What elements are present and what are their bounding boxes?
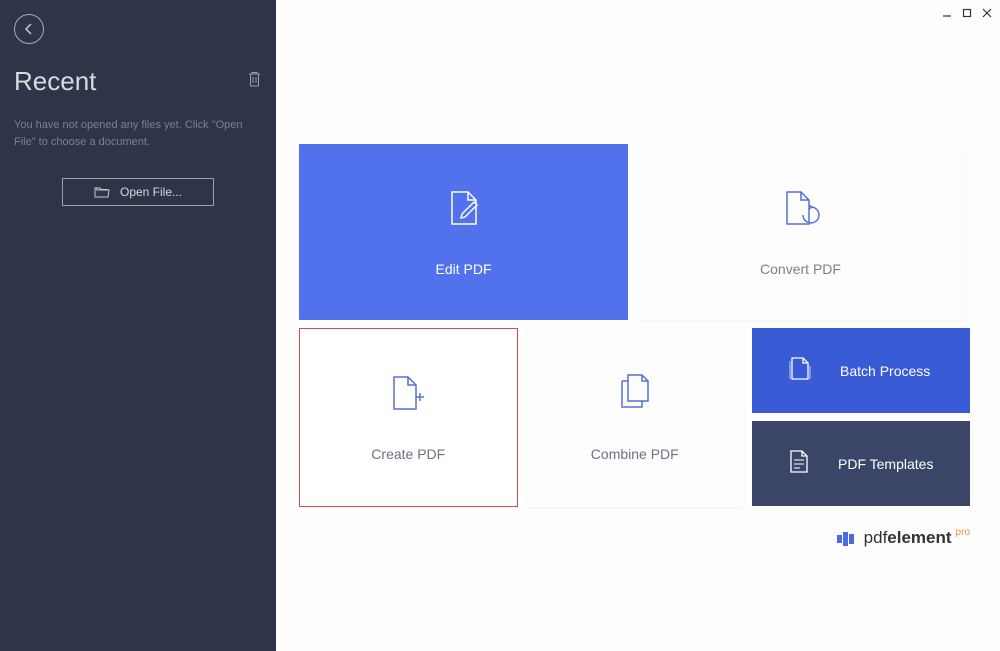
sidebar: Recent You have not opened any files yet… — [0, 0, 276, 651]
edit-pdf-label: Edit PDF — [435, 261, 491, 277]
minimize-button[interactable] — [940, 6, 954, 20]
create-pdf-label: Create PDF — [371, 446, 445, 462]
convert-pdf-card[interactable]: Convert PDF — [636, 144, 965, 320]
recent-title: Recent — [14, 66, 96, 97]
convert-pdf-icon — [781, 188, 821, 231]
batch-process-label: Batch Process — [840, 363, 930, 379]
close-icon — [982, 8, 992, 18]
batch-process-icon — [788, 355, 812, 386]
create-pdf-icon — [388, 373, 428, 416]
folder-icon — [94, 186, 110, 198]
convert-pdf-label: Convert PDF — [760, 261, 841, 277]
close-button[interactable] — [980, 6, 994, 20]
brand-suffix: pro — [956, 527, 970, 538]
main-content: Edit PDF Convert PDF — [276, 0, 1000, 651]
window-controls — [940, 6, 994, 20]
brand-name: pdfelement — [864, 528, 952, 548]
combine-pdf-label: Combine PDF — [591, 446, 679, 462]
pdf-templates-card[interactable]: PDF Templates — [752, 421, 970, 506]
maximize-button[interactable] — [960, 6, 974, 20]
combine-pdf-card[interactable]: Combine PDF — [526, 328, 744, 507]
open-file-button[interactable]: Open File... — [62, 178, 214, 206]
edit-pdf-card[interactable]: Edit PDF — [299, 144, 628, 320]
pdf-templates-icon — [788, 448, 810, 479]
chevron-left-icon — [24, 22, 34, 36]
brand-logo-icon — [837, 532, 854, 546]
trash-icon[interactable] — [247, 71, 262, 92]
create-pdf-card[interactable]: Create PDF — [299, 328, 518, 507]
minimize-icon — [942, 8, 952, 18]
pdf-templates-label: PDF Templates — [838, 456, 933, 472]
edit-pdf-icon — [446, 188, 482, 231]
maximize-icon — [962, 8, 972, 18]
back-button[interactable] — [14, 14, 44, 44]
combine-pdf-icon — [616, 373, 654, 416]
recent-message: You have not opened any files yet. Click… — [14, 117, 262, 150]
batch-process-card[interactable]: Batch Process — [752, 328, 970, 413]
open-file-label: Open File... — [120, 185, 182, 199]
branding: pdfelement pro — [837, 528, 970, 548]
